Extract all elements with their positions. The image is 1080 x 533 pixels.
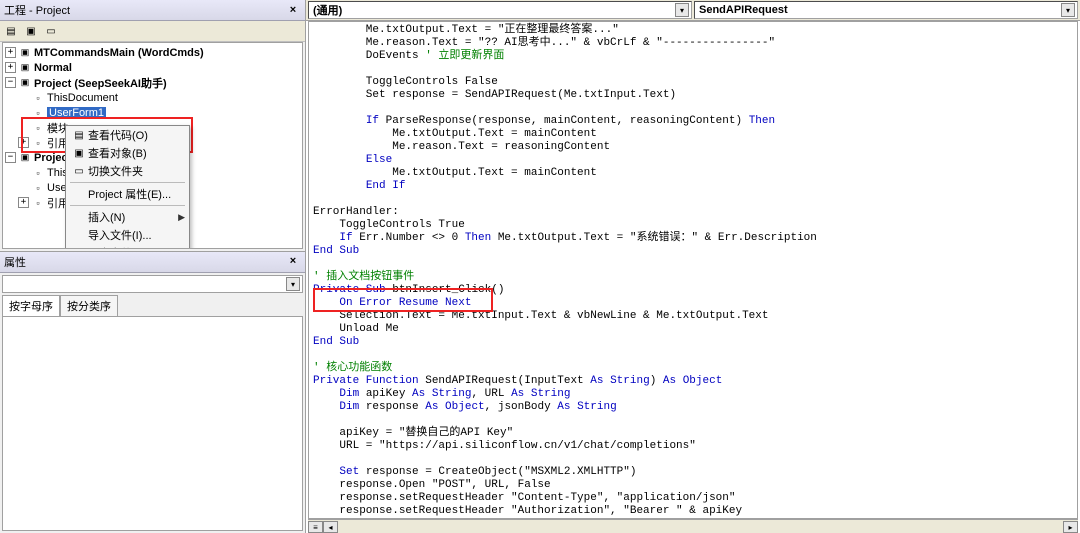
procedure-combo[interactable]: SendAPIRequest ▾ — [694, 1, 1078, 19]
module-icon: ▫ — [31, 121, 45, 134]
dropdown-arrow-icon[interactable]: ▾ — [1061, 3, 1075, 17]
ctx-view-code[interactable]: ▤查看代码(O) — [66, 126, 189, 144]
ctx-export-file[interactable]: 导出文件(E)... — [66, 244, 189, 249]
project-explorer-panel: 工程 - Project × ▤ ▣ ▭ +▣MTCommandsMain (W… — [0, 0, 306, 533]
project-panel-close-button[interactable]: × — [285, 3, 301, 17]
project-icon: ▣ — [18, 76, 32, 89]
properties-object-combo[interactable]: ▾ — [2, 275, 303, 293]
object-combo-value: (通用) — [313, 2, 342, 18]
code-icon: ▤ — [70, 130, 88, 141]
project-icon: ▣ — [18, 61, 32, 74]
properties-titlebar: 属性 × — [0, 252, 305, 273]
project-icon: ▣ — [18, 151, 32, 164]
horizontal-scrollbar[interactable]: ≡ ◂ ▸ — [308, 519, 1078, 533]
form-icon: ▫ — [31, 181, 45, 194]
project-panel-titlebar: 工程 - Project × — [0, 0, 305, 21]
object-combo[interactable]: (通用) ▾ — [308, 1, 692, 19]
form-icon: ▫ — [31, 106, 45, 119]
context-menu: ▤查看代码(O) ▣查看对象(B) ▭切换文件夹 Project 属性(E)..… — [65, 125, 190, 249]
properties-grid[interactable] — [2, 316, 303, 531]
tree-thisdocument[interactable]: ThisDocument — [47, 92, 118, 104]
dropdown-arrow-icon[interactable]: ▾ — [286, 277, 300, 291]
scroll-left-arrow-icon[interactable]: ◂ — [323, 521, 338, 533]
expand-icon[interactable]: + — [18, 137, 29, 148]
tree-node[interactable]: MTCommandsMain (WordCmds) — [34, 47, 204, 59]
procedure-combo-value: SendAPIRequest — [699, 4, 788, 16]
tree-node[interactable]: Normal — [34, 62, 72, 74]
project-icon: ▣ — [18, 46, 32, 59]
ctx-project-properties[interactable]: Project 属性(E)... — [66, 185, 189, 203]
scroll-left-icon[interactable]: ≡ — [308, 521, 323, 533]
ref-icon: ▫ — [31, 136, 45, 149]
tree-node[interactable]: Project (SeepSeekAI助手) — [34, 75, 167, 91]
folder-icon: ▭ — [70, 166, 88, 177]
ctx-separator — [70, 205, 185, 206]
expand-icon[interactable]: + — [5, 62, 16, 73]
ctx-view-object[interactable]: ▣查看对象(B) — [66, 144, 189, 162]
doc-icon: ▫ — [31, 91, 45, 104]
code-combo-row: (通用) ▾ SendAPIRequest ▾ — [306, 0, 1080, 21]
project-panel-title: 工程 - Project — [4, 2, 70, 18]
properties-close-button[interactable]: × — [285, 254, 301, 268]
tab-alphabetic[interactable]: 按字母序 — [2, 295, 60, 316]
code-content[interactable]: Me.txtOutput.Text = "正在整理最终答案..." Me.rea… — [309, 22, 1077, 519]
submenu-arrow-icon: ▶ — [178, 212, 185, 223]
object-icon: ▣ — [70, 148, 88, 159]
doc-icon: ▫ — [31, 166, 45, 179]
properties-title-text: 属性 — [4, 254, 26, 270]
ctx-import-file[interactable]: 导入文件(I)... — [66, 226, 189, 244]
dropdown-arrow-icon[interactable]: ▾ — [675, 3, 689, 17]
properties-panel: 属性 × ▾ 按字母序 按分类序 — [0, 251, 305, 533]
project-tree[interactable]: +▣MTCommandsMain (WordCmds) +▣Normal −▣P… — [2, 42, 303, 249]
expand-icon[interactable]: + — [18, 197, 29, 208]
properties-tabs: 按字母序 按分类序 — [2, 295, 303, 316]
code-editor-panel: (通用) ▾ SendAPIRequest ▾ Me.txtOutput.Tex… — [306, 0, 1080, 533]
toggle-folders-icon[interactable]: ▭ — [42, 22, 60, 40]
tab-categorized[interactable]: 按分类序 — [60, 295, 118, 316]
project-panel-toolbar: ▤ ▣ ▭ — [0, 21, 305, 42]
expand-icon[interactable]: − — [5, 152, 16, 163]
ctx-separator — [70, 182, 185, 183]
code-editor[interactable]: Me.txtOutput.Text = "正在整理最终答案..." Me.rea… — [308, 21, 1078, 519]
scroll-track[interactable] — [338, 520, 1063, 533]
ref-icon: ▫ — [31, 196, 45, 209]
view-object-icon[interactable]: ▣ — [22, 22, 40, 40]
ctx-switch-folder[interactable]: ▭切换文件夹 — [66, 162, 189, 180]
tree-userform1-selected[interactable]: UserForm1 — [47, 107, 106, 119]
view-code-icon[interactable]: ▤ — [2, 22, 20, 40]
expand-icon[interactable]: − — [5, 77, 16, 88]
scroll-right-arrow-icon[interactable]: ▸ — [1063, 521, 1078, 533]
ctx-insert[interactable]: 插入(N)▶ — [66, 208, 189, 226]
expand-icon[interactable]: + — [5, 47, 16, 58]
